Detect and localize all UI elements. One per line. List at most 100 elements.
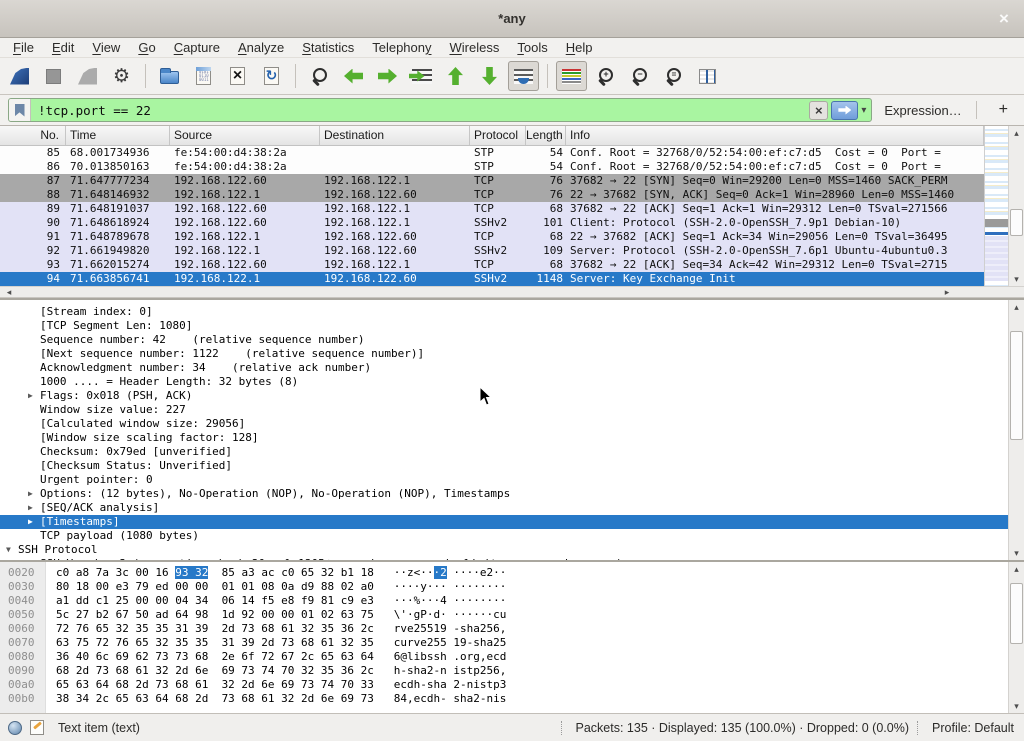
- reload-file-button[interactable]: [256, 61, 287, 91]
- expression-button[interactable]: Expression…: [884, 103, 961, 118]
- resize-columns-button[interactable]: [692, 61, 723, 91]
- go-back-button[interactable]: [338, 61, 369, 91]
- packet-row-86[interactable]: 8670.013850163fe:54:00:d4:38:2aSTP54Conf…: [0, 160, 984, 174]
- menu-edit[interactable]: Edit: [43, 38, 83, 57]
- capture-comment-icon[interactable]: [30, 720, 44, 735]
- detail-line[interactable]: Acknowledgment number: 34 (relative ack …: [0, 361, 1024, 375]
- packet-row-89[interactable]: 8971.648191037192.168.122.60192.168.122.…: [0, 202, 984, 216]
- expand-arrow-icon[interactable]: ▶: [26, 487, 40, 501]
- detail-line[interactable]: ▶Flags: 0x018 (PSH, ACK): [0, 389, 1024, 403]
- packet-row-87[interactable]: 8771.647777234192.168.122.60192.168.122.…: [0, 174, 984, 188]
- packet-list-hscrollbar[interactable]: ◂ ▸: [0, 286, 1024, 298]
- hex-row-0040[interactable]: 0040a1 dd c1 25 00 00 04 34 06 14 f5 e8 …: [0, 594, 1024, 608]
- hex-row-0020[interactable]: 0020c0 a8 7a 3c 00 16 93 32 85 a3 ac c0 …: [0, 566, 1024, 580]
- stop-capture-button[interactable]: [38, 61, 69, 91]
- scroll-left-arrow[interactable]: ◂: [2, 287, 16, 297]
- scroll-up-arrow[interactable]: ▴: [1009, 126, 1024, 140]
- close-file-button[interactable]: [222, 61, 253, 91]
- detail-line[interactable]: TCP payload (1080 bytes): [0, 529, 1024, 543]
- clear-filter-button[interactable]: ×: [809, 101, 828, 120]
- expand-arrow-icon[interactable]: ▶: [26, 389, 40, 403]
- scroll-up-arrow[interactable]: ▴: [1009, 300, 1024, 314]
- scrollbar-thumb[interactable]: [1010, 209, 1023, 236]
- menu-telephony[interactable]: Telephony: [363, 38, 440, 57]
- column-header-info[interactable]: Info: [566, 126, 984, 145]
- menu-file[interactable]: File: [4, 38, 43, 57]
- menu-wireless[interactable]: Wireless: [441, 38, 509, 57]
- filter-history-caret[interactable]: ▾: [860, 105, 871, 116]
- filter-bookmark-button[interactable]: [9, 99, 31, 121]
- apply-filter-button[interactable]: [831, 101, 858, 120]
- detail-line[interactable]: [Calculated window size: 29056]: [0, 417, 1024, 431]
- details-vscrollbar[interactable]: ▴ ▾: [1008, 300, 1024, 560]
- menu-capture[interactable]: Capture: [165, 38, 229, 57]
- detail-line[interactable]: ▶Options: (12 bytes), No-Operation (NOP)…: [0, 487, 1024, 501]
- column-header-protocol[interactable]: Protocol: [470, 126, 526, 145]
- scroll-down-arrow[interactable]: ▾: [1009, 272, 1024, 286]
- detail-line[interactable]: Sequence number: 42 (relative sequence n…: [0, 333, 1024, 347]
- colorize-button[interactable]: [556, 61, 587, 91]
- expand-arrow-icon[interactable]: ▼: [4, 543, 18, 557]
- scroll-down-arrow[interactable]: ▾: [1009, 546, 1024, 560]
- packet-row-90[interactable]: 9071.648618924192.168.122.60192.168.122.…: [0, 216, 984, 230]
- go-forward-button[interactable]: [372, 61, 403, 91]
- column-header-length[interactable]: Length: [526, 126, 566, 145]
- start-capture-button[interactable]: [4, 61, 35, 91]
- detail-line[interactable]: 1000 .... = Header Length: 32 bytes (8): [0, 375, 1024, 389]
- restart-capture-button[interactable]: [72, 61, 103, 91]
- hex-row-0030[interactable]: 003080 18 00 e3 79 ed 00 00 01 01 08 0a …: [0, 580, 1024, 594]
- packet-row-85[interactable]: 8568.001734936fe:54:00:d4:38:2aSTP54Conf…: [0, 146, 984, 160]
- packet-list-minimap[interactable]: [984, 126, 1008, 286]
- packet-row-93[interactable]: 9371.662015274192.168.122.60192.168.122.…: [0, 258, 984, 272]
- open-file-button[interactable]: [154, 61, 185, 91]
- hex-row-0070[interactable]: 007063 75 72 76 65 32 35 35 31 39 2d 73 …: [0, 636, 1024, 650]
- expand-arrow-icon[interactable]: ▶: [26, 515, 40, 529]
- zoom-out-button[interactable]: [624, 61, 655, 91]
- detail-line[interactable]: ▼SSH Protocol: [0, 543, 1024, 557]
- capture-options-button[interactable]: ⚙: [106, 61, 137, 91]
- menu-view[interactable]: View: [83, 38, 129, 57]
- packet-row-92[interactable]: 9271.661949820192.168.122.1192.168.122.6…: [0, 244, 984, 258]
- menu-statistics[interactable]: Statistics: [293, 38, 363, 57]
- menu-go[interactable]: Go: [129, 38, 164, 57]
- filter-text[interactable]: !tcp.port == 22: [31, 103, 809, 118]
- detail-line[interactable]: [Window size scaling factor: 128]: [0, 431, 1024, 445]
- column-header-time[interactable]: Time: [66, 126, 170, 145]
- detail-line[interactable]: [TCP Segment Len: 1080]: [0, 319, 1024, 333]
- scrollbar-thumb[interactable]: [1010, 331, 1023, 440]
- scroll-up-arrow[interactable]: ▴: [1009, 562, 1024, 576]
- find-packet-button[interactable]: [304, 61, 335, 91]
- hex-row-0050[interactable]: 00505c 27 b2 67 50 ad 64 98 1d 92 00 00 …: [0, 608, 1024, 622]
- go-first-button[interactable]: [440, 61, 471, 91]
- packet-row-91[interactable]: 9171.648789678192.168.122.1192.168.122.6…: [0, 230, 984, 244]
- packet-list-vscrollbar[interactable]: ▴ ▾: [1008, 126, 1024, 286]
- scroll-down-arrow[interactable]: ▾: [1009, 699, 1024, 713]
- hex-row-0080[interactable]: 008036 40 6c 69 62 73 73 68 2e 6f 72 67 …: [0, 650, 1024, 664]
- go-to-packet-button[interactable]: [406, 61, 437, 91]
- scrollbar-thumb[interactable]: [1010, 583, 1023, 643]
- packet-row-88[interactable]: 8871.648146932192.168.122.1192.168.122.6…: [0, 188, 984, 202]
- detail-line[interactable]: Checksum: 0x79ed [unverified]: [0, 445, 1024, 459]
- menu-analyze[interactable]: Analyze: [229, 38, 293, 57]
- hex-row-00b0[interactable]: 00b038 34 2c 65 63 64 68 2d 73 68 61 32 …: [0, 692, 1024, 706]
- save-file-button[interactable]: [188, 61, 219, 91]
- detail-line[interactable]: ▶[Timestamps]: [0, 515, 1024, 529]
- detail-line[interactable]: ▶[SEQ/ACK analysis]: [0, 501, 1024, 515]
- hex-row-00a0[interactable]: 00a065 63 64 68 2d 73 68 61 32 2d 6e 69 …: [0, 678, 1024, 692]
- display-filter-input[interactable]: !tcp.port == 22 × ▾: [8, 98, 872, 122]
- hex-row-0060[interactable]: 006072 76 65 32 35 35 31 39 2d 73 68 61 …: [0, 622, 1024, 636]
- detail-line[interactable]: Urgent pointer: 0: [0, 473, 1024, 487]
- menu-tools[interactable]: Tools: [508, 38, 556, 57]
- packet-row-94[interactable]: 9471.663856741192.168.122.1192.168.122.6…: [0, 272, 984, 286]
- column-header-source[interactable]: Source: [170, 126, 320, 145]
- profile-label[interactable]: Profile: Default: [917, 721, 1016, 735]
- detail-line[interactable]: [Checksum Status: Unverified]: [0, 459, 1024, 473]
- auto-scroll-button[interactable]: [508, 61, 539, 91]
- scroll-right-arrow[interactable]: ▸: [940, 287, 954, 297]
- detail-line[interactable]: [Stream index: 0]: [0, 305, 1024, 319]
- detail-line[interactable]: [Next sequence number: 1122 (relative se…: [0, 347, 1024, 361]
- hex-row-0090[interactable]: 009068 2d 73 68 61 32 2d 6e 69 73 74 70 …: [0, 664, 1024, 678]
- expert-info-icon[interactable]: [8, 721, 22, 735]
- column-header-no[interactable]: No.: [0, 126, 66, 145]
- column-header-destination[interactable]: Destination: [320, 126, 470, 145]
